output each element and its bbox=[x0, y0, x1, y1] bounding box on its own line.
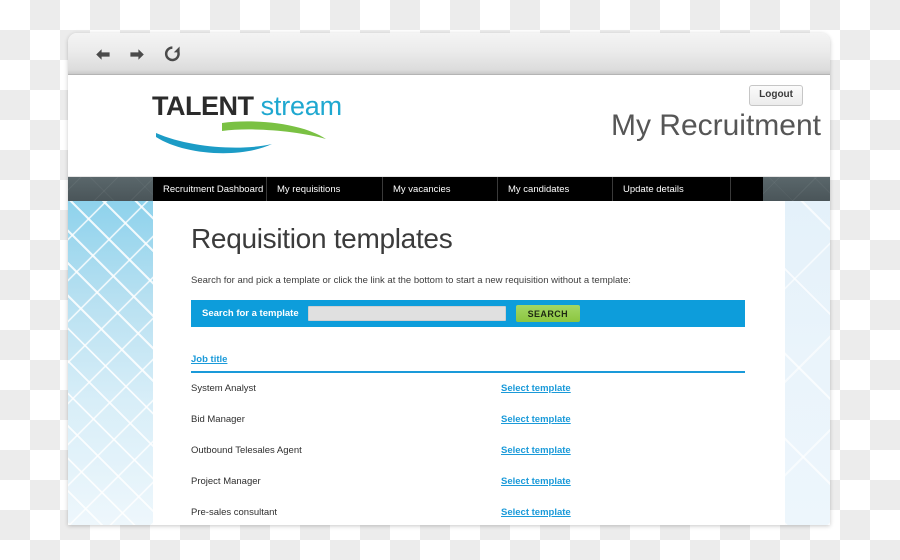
table-row: Pre-sales consultant Select template bbox=[191, 497, 745, 525]
cell-job-title: Pre-sales consultant bbox=[191, 507, 278, 518]
nav-item-update-details[interactable]: Update details bbox=[613, 177, 731, 201]
nav-item-empty bbox=[731, 177, 763, 201]
main-navigation-bar: Recruitment Dashboard My requisitions My… bbox=[68, 177, 830, 201]
nav-item-my-requisitions[interactable]: My requisitions bbox=[267, 177, 383, 201]
table-row: Bid Manager Select template bbox=[191, 404, 745, 435]
nav-item-my-vacancies[interactable]: My vacancies bbox=[383, 177, 498, 201]
cell-job-title: System Analyst bbox=[191, 383, 256, 394]
browser-nav-buttons bbox=[90, 42, 184, 66]
cell-job-title: Outbound Telesales Agent bbox=[191, 445, 302, 456]
table-row: Project Manager Select template bbox=[191, 466, 745, 497]
nav-item-my-candidates[interactable]: My candidates bbox=[498, 177, 613, 201]
logout-button[interactable]: Logout bbox=[749, 85, 803, 106]
select-template-link[interactable]: Select template bbox=[501, 507, 571, 518]
search-label: Search for a template bbox=[202, 308, 299, 319]
decorative-right-panel bbox=[785, 201, 830, 525]
nav-item-recruitment-dashboard[interactable]: Recruitment Dashboard bbox=[153, 177, 267, 201]
content-subtitle: Search for and pick a template or click … bbox=[191, 275, 631, 286]
browser-toolbar bbox=[68, 33, 830, 75]
reload-icon bbox=[163, 45, 182, 63]
select-template-link[interactable]: Select template bbox=[501, 445, 571, 456]
table-header-row: Job title bbox=[191, 349, 745, 373]
page-title: My Recruitment bbox=[610, 109, 821, 142]
select-template-link[interactable]: Select template bbox=[501, 476, 571, 487]
arrow-left-icon bbox=[93, 46, 112, 63]
decorative-left-panel bbox=[68, 201, 153, 525]
arrow-right-icon bbox=[128, 46, 147, 63]
table-row: Outbound Telesales Agent Select template bbox=[191, 435, 745, 466]
templates-table: Job title System Analyst Select template… bbox=[191, 349, 745, 525]
forward-button[interactable] bbox=[125, 42, 149, 66]
select-template-link[interactable]: Select template bbox=[501, 383, 571, 394]
select-template-link[interactable]: Select template bbox=[501, 414, 571, 425]
logo-swoosh-icon bbox=[148, 117, 344, 164]
back-button[interactable] bbox=[90, 42, 114, 66]
column-header-job-title[interactable]: Job title bbox=[191, 354, 227, 365]
main-content: Requisition templates Search for and pic… bbox=[153, 201, 785, 525]
logo[interactable]: TALENT stream bbox=[152, 91, 342, 163]
table-row: System Analyst Select template bbox=[191, 373, 745, 404]
browser-window: TALENT stream Logout My Recruitment Recr… bbox=[68, 33, 830, 525]
reload-button[interactable] bbox=[160, 42, 184, 66]
search-bar: Search for a template SEARCH bbox=[191, 300, 745, 327]
search-button[interactable]: SEARCH bbox=[515, 305, 581, 322]
page-body: Requisition templates Search for and pic… bbox=[68, 201, 830, 525]
cell-job-title: Bid Manager bbox=[191, 414, 245, 425]
content-title: Requisition templates bbox=[191, 223, 453, 254]
search-input[interactable] bbox=[307, 306, 506, 321]
main-navigation-items: Recruitment Dashboard My requisitions My… bbox=[153, 177, 763, 201]
site-header: TALENT stream Logout My Recruitment bbox=[68, 75, 830, 177]
cell-job-title: Project Manager bbox=[191, 476, 261, 487]
